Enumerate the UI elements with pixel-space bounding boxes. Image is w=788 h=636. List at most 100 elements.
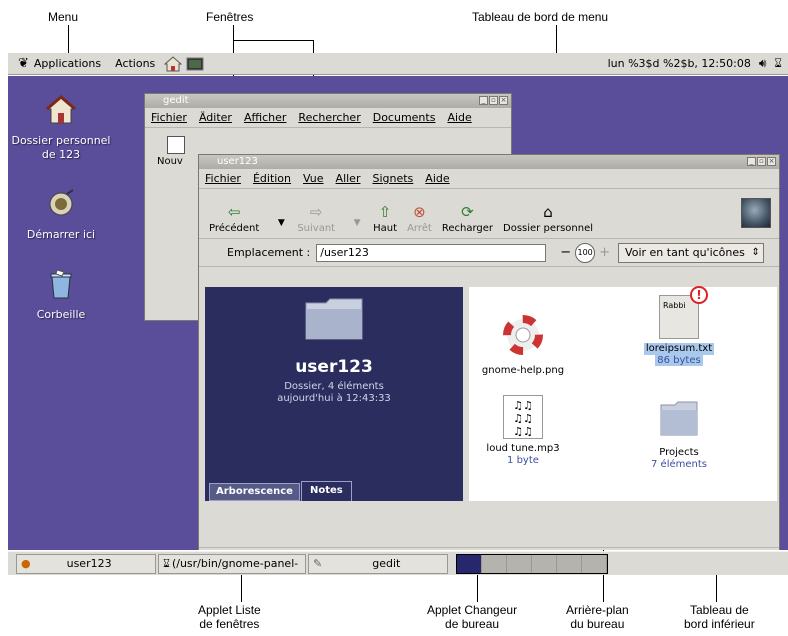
- home-icon: [46, 95, 76, 124]
- task-gnome-panel[interactable]: ⌛︎ (/usr/bin/gnome-panel-: [158, 553, 306, 574]
- task-user123[interactable]: ● user123: [16, 553, 156, 574]
- menu-fichier[interactable]: Fichier: [205, 172, 241, 185]
- forward-button[interactable]: ⇨ Suivant: [297, 201, 335, 234]
- start-here-desktop-icon[interactable]: Démarrer ici: [8, 188, 116, 242]
- zoom-level[interactable]: 100: [575, 242, 596, 263]
- hourglass-icon: ⌛︎: [163, 556, 170, 570]
- workspace-3[interactable]: [507, 554, 532, 573]
- menu-aller[interactable]: Aller: [336, 172, 361, 185]
- file-projects[interactable]: Projects 7 éléments: [629, 395, 729, 471]
- close-button[interactable]: ×: [767, 157, 776, 166]
- home-icon: ⌂: [543, 203, 553, 221]
- workspace-6[interactable]: [582, 554, 607, 573]
- back-history-button[interactable]: ▼: [269, 212, 293, 234]
- actions-menu[interactable]: Actions: [110, 57, 160, 70]
- menu-signets[interactable]: Signets: [372, 172, 413, 185]
- callout-line-menu: [68, 25, 69, 53]
- file-gnome-help[interactable]: gnome-help.png: [473, 313, 573, 377]
- desktop-background[interactable]: Dossier personnel de 123 Démarrer ici Co…: [8, 76, 788, 550]
- side-pane: user123 Dossier, 4 éléments aujourd'hui …: [205, 287, 463, 501]
- gedit-menu-editer[interactable]: Äditer: [199, 111, 232, 124]
- zoom-in-icon[interactable]: +: [599, 245, 610, 260]
- up-button[interactable]: ⇧ Haut: [373, 201, 397, 234]
- workspace-1[interactable]: [457, 554, 482, 573]
- home-launcher-icon[interactable]: [164, 55, 183, 72]
- arrow-left-icon: ⇦: [227, 203, 241, 221]
- file-manager-toolbar: ⇦ Précédent ▼ ⇨ Suivant ▼ ⇧ Haut ⊗ Arrêt ⟳ Re…: [199, 189, 779, 239]
- gnome-foot-icon[interactable]: ❦: [18, 56, 29, 71]
- file-size: 1 byte: [507, 455, 539, 466]
- folder-name: user123: [295, 357, 373, 377]
- location-bar: Emplacement : /user123 − 100 + Voir en t…: [199, 239, 779, 267]
- workspace-4[interactable]: [532, 554, 557, 573]
- file-manager-titlebar[interactable]: user123 _ ▫ ×: [199, 155, 779, 169]
- view-as-select[interactable]: Voir en tant qu'icônes: [618, 242, 764, 263]
- maximize-button[interactable]: ▫: [489, 96, 498, 105]
- stop-icon: ⊗: [413, 203, 426, 221]
- text-editor-task-icon: ✎: [313, 557, 323, 570]
- task-gedit[interactable]: ✎ gedit: [308, 553, 448, 574]
- chevron-down-icon: ▼: [277, 218, 285, 228]
- home-button[interactable]: ⌂ Dossier personnel: [503, 201, 593, 234]
- forward-history-button[interactable]: ▼: [345, 212, 369, 234]
- gedit-menu-aide[interactable]: Aide: [447, 111, 471, 124]
- stop-button[interactable]: ⊗ Arrêt: [407, 201, 432, 234]
- workspace-2[interactable]: [482, 554, 507, 573]
- hourglass-icon: ⌛︎: [774, 56, 782, 70]
- applications-menu[interactable]: Applications: [29, 57, 106, 70]
- text-file-icon: Rabbi !: [659, 286, 708, 339]
- callout-menu: Menu: [48, 10, 79, 24]
- arrow-right-icon: ⇨: [309, 203, 323, 221]
- folder-task-icon: ●: [21, 557, 31, 570]
- menu-aide[interactable]: Aide: [425, 172, 449, 185]
- gedit-titlebar[interactable]: gedit _ ▫ ×: [145, 94, 511, 108]
- menu-vue[interactable]: Vue: [303, 172, 324, 185]
- workspace-switcher: [456, 553, 608, 574]
- emblem-important-icon: !: [690, 286, 708, 304]
- maximize-button[interactable]: ▫: [757, 157, 766, 166]
- clock[interactable]: lun %3$d %2$b, 12:50:08: [608, 57, 751, 70]
- file-count: 7 éléments: [651, 459, 707, 470]
- minimize-button[interactable]: _: [479, 96, 488, 105]
- callout-line-applet-liste: [241, 573, 242, 602]
- trash-icon: [50, 269, 72, 299]
- callout-arriere-plan: Arrière-plan du bureau: [566, 603, 629, 631]
- back-button[interactable]: ⇦ Précédent: [209, 201, 259, 234]
- menu-edition[interactable]: Édition: [253, 172, 291, 185]
- file-manager-title: user123: [217, 156, 258, 167]
- reload-icon: ⟳: [461, 203, 474, 221]
- trash-desktop-icon[interactable]: Corbeille: [8, 268, 116, 322]
- workspace-5[interactable]: [557, 554, 582, 573]
- close-button[interactable]: ×: [499, 96, 508, 105]
- gedit-menu-documents[interactable]: Documents: [373, 111, 436, 124]
- callout-line-tableau-inferieur: [716, 573, 717, 602]
- callout-tableau-menu: Tableau de bord de menu: [472, 10, 609, 24]
- file-loreipsum[interactable]: Rabbi ! loreipsum.txt 86 bytes: [629, 286, 729, 367]
- tab-arborescence[interactable]: Arborescence: [209, 483, 300, 501]
- volume-icon[interactable]: 🔊︎: [759, 56, 767, 71]
- callout-line-applet-changeur: [477, 573, 478, 602]
- gedit-menu-rechercher[interactable]: Rechercher: [298, 111, 360, 124]
- file-manager-window[interactable]: user123 _ ▫ × Fichier Édition Vue Aller Si…: [198, 154, 780, 550]
- file-loud-tune[interactable]: ♫♫ ♫♫ ♫♫ loud tune.mp3 1 byte: [473, 395, 573, 467]
- zoom-out-icon[interactable]: −: [560, 245, 571, 260]
- chevron-down-icon: ▼: [353, 218, 361, 228]
- file-name: Projects: [659, 447, 699, 458]
- gedit-menu-afficher[interactable]: Afficher: [244, 111, 286, 124]
- music-file-icon: ♫♫ ♫♫ ♫♫: [503, 395, 543, 439]
- minimize-button[interactable]: _: [747, 157, 756, 166]
- arrow-up-icon: ⇧: [378, 203, 392, 221]
- top-panel: ❦ Applications Actions lun %3$d %2$b, 12…: [8, 53, 788, 75]
- location-input[interactable]: /user123: [316, 243, 547, 262]
- callout-applet-liste: Applet Liste de fenêtres: [198, 603, 261, 631]
- icon-view[interactable]: gnome-help.png Rabbi ! loreipsum.txt 86 …: [469, 286, 777, 501]
- callout-applet-changeur: Applet Changeur de bureau: [427, 603, 518, 631]
- home-folder-desktop-icon[interactable]: Dossier personnel de 123: [8, 94, 116, 162]
- reload-button[interactable]: ⟳ Recharger: [442, 201, 493, 234]
- new-document-icon: [167, 136, 185, 154]
- file-name: loreipsum.txt: [643, 343, 715, 355]
- terminal-launcher-icon[interactable]: [186, 56, 204, 72]
- tab-notes[interactable]: Notes: [301, 481, 352, 501]
- location-label: Emplacement :: [227, 246, 311, 259]
- gedit-menu-fichier[interactable]: Fichier: [151, 111, 187, 124]
